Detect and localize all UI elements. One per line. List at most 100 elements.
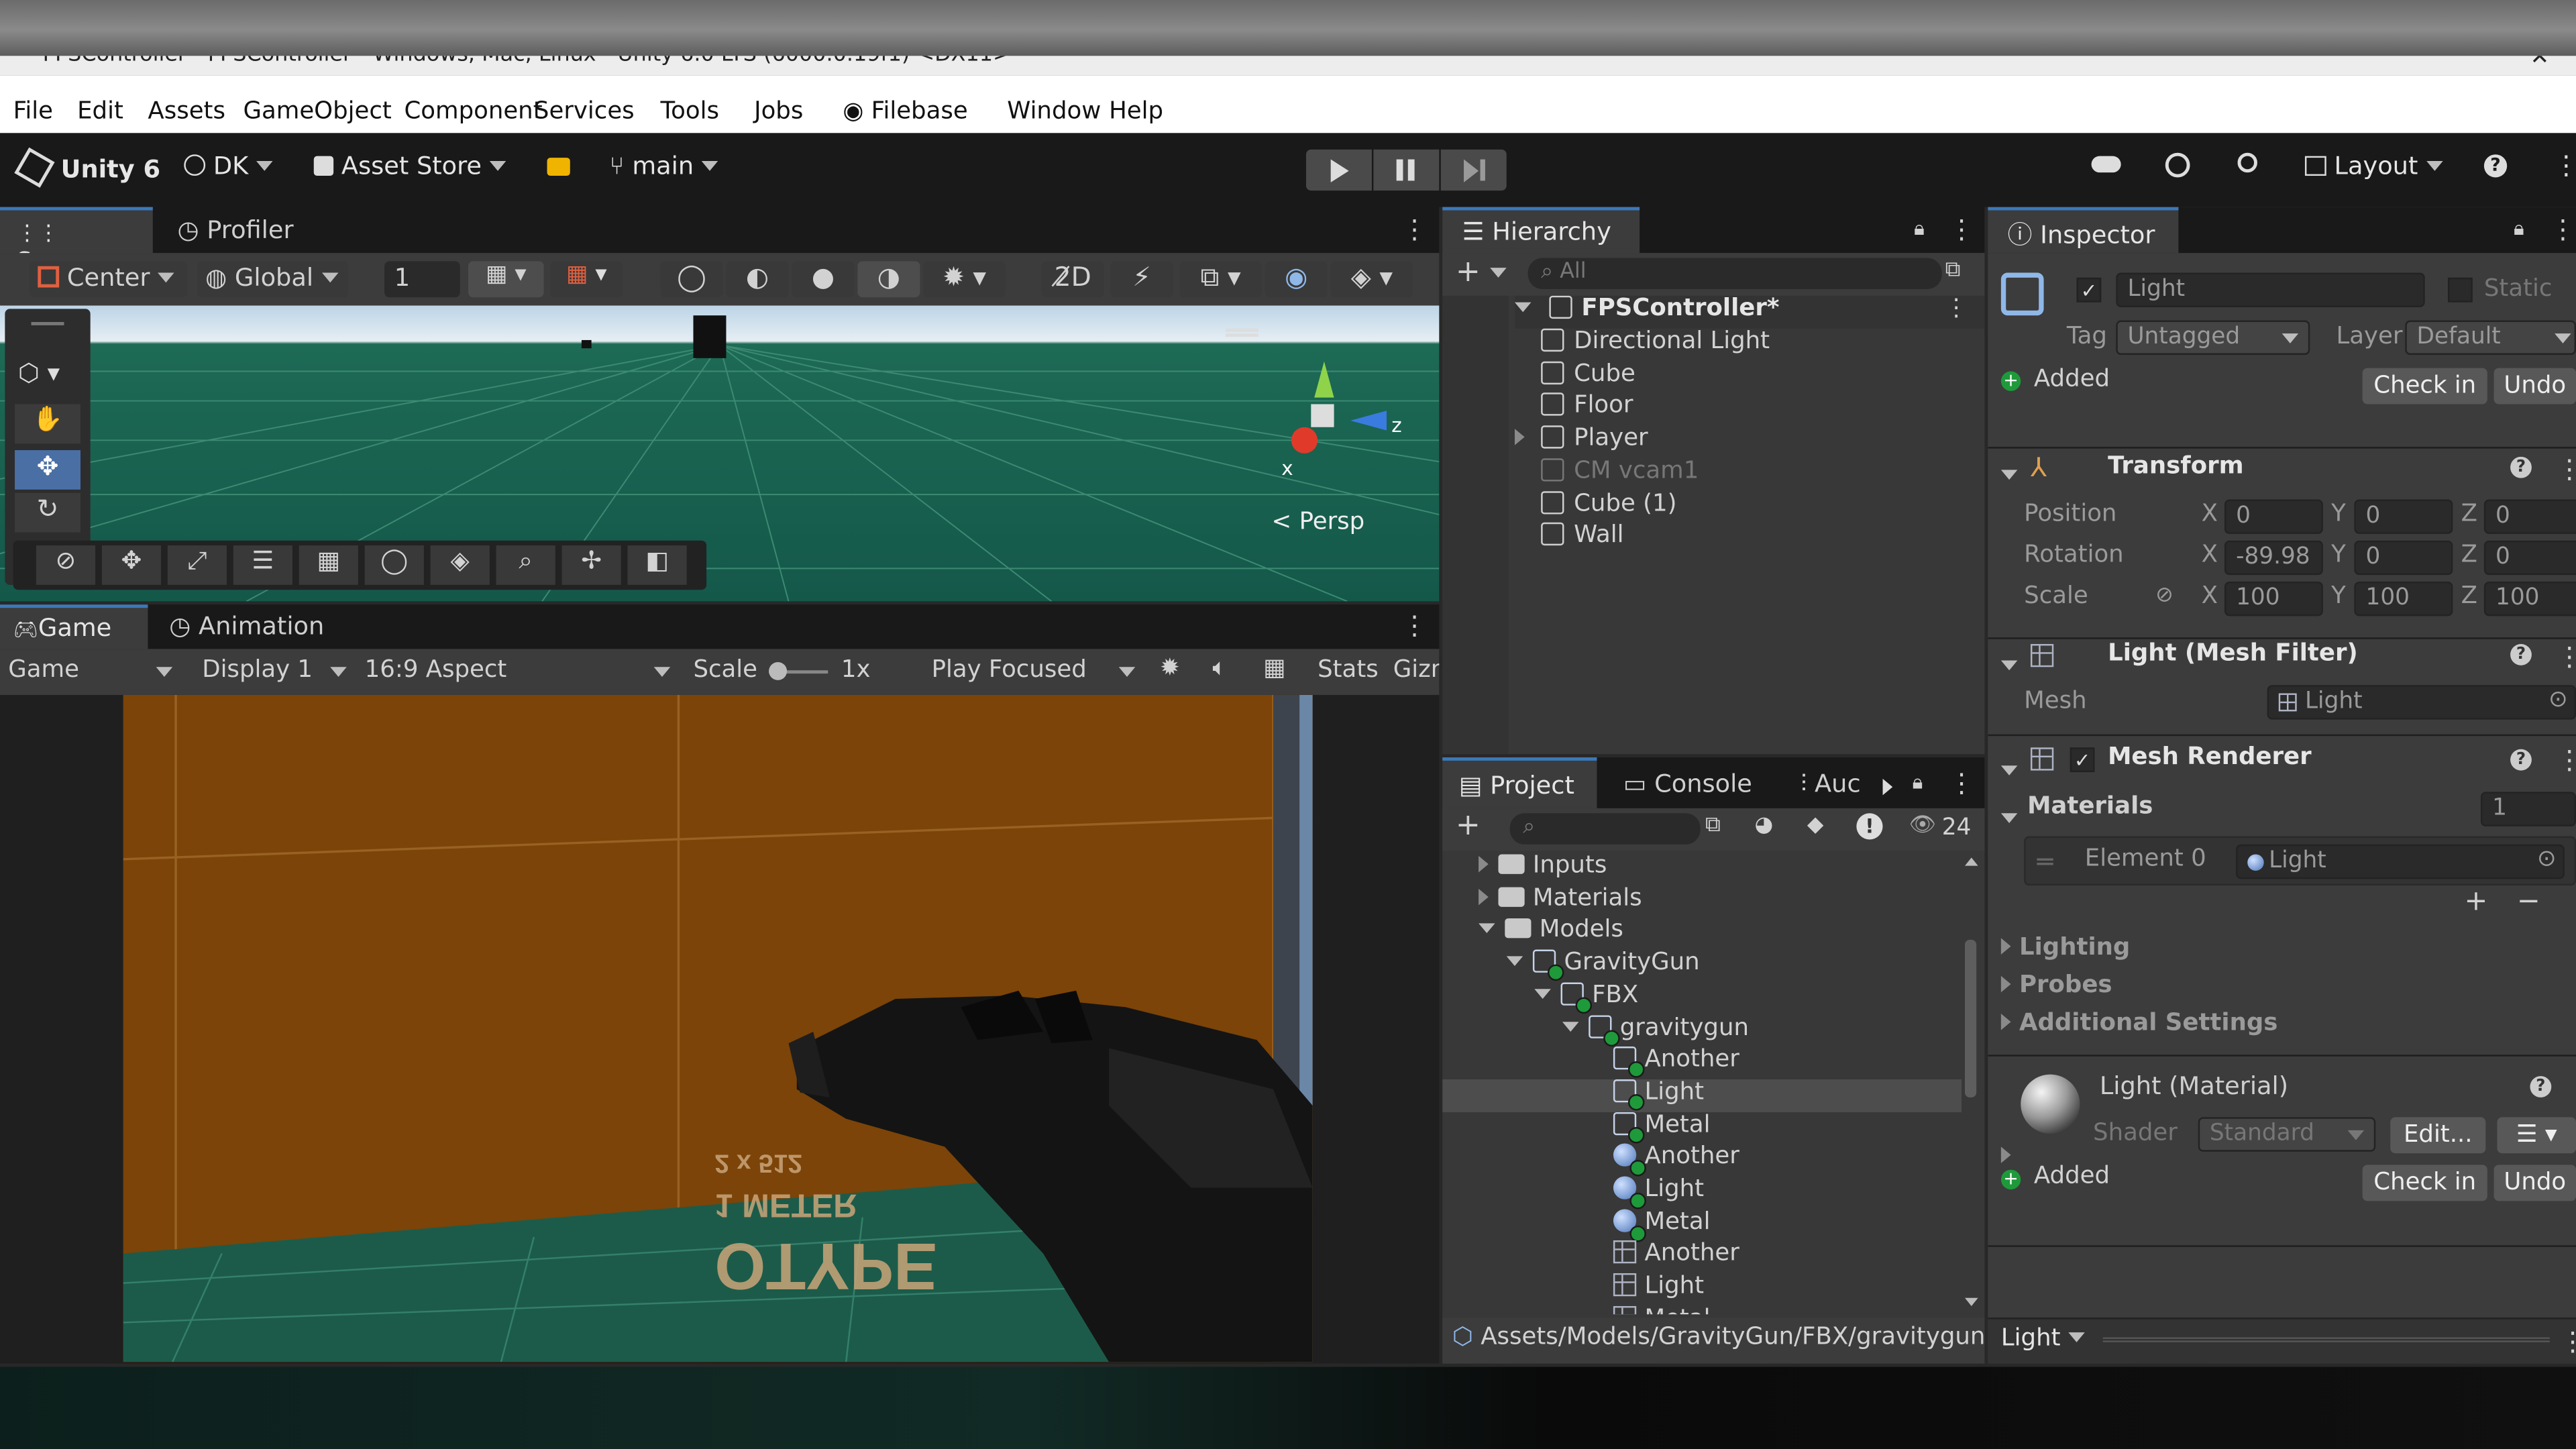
transform-title[interactable]: Transform [2108, 453, 2244, 480]
expand-arrow-icon[interactable] [1514, 302, 1532, 313]
transform-rotation-y-field[interactable]: 0 [2354, 540, 2453, 576]
transform-position-x-field[interactable]: 0 [2224, 499, 2323, 534]
gizmo-lock-icon[interactable] [1225, 328, 1258, 332]
create-button[interactable]: + [1456, 255, 1507, 289]
scroll-thumb[interactable] [1965, 939, 1977, 1097]
menu-item-services[interactable]: Services [534, 99, 635, 125]
active-checkbox[interactable]: ✓ [2076, 277, 2102, 303]
tab-hierarchy[interactable]: ☰ Hierarchy [1442, 207, 1640, 254]
material-options-button[interactable]: ☰ ▾ [2497, 1117, 2576, 1154]
orientation-gizmo[interactable]: x z [1265, 361, 1413, 493]
shader-dropdown[interactable]: Standard [2198, 1117, 2376, 1152]
hierarchy-item[interactable]: Wall [1541, 523, 1623, 549]
menu-item-file[interactable]: File [13, 99, 53, 125]
project-tree-item[interactable]: Another [1442, 1240, 1962, 1274]
inspector-lock-icon[interactable]: 🔒︎ [2514, 217, 2524, 241]
lock-icon[interactable]: 🔒︎ [1914, 217, 1925, 241]
project-tree-item[interactable]: Another [1442, 1144, 1962, 1177]
tab-scene[interactable]: ⋮⋮ Scene [0, 207, 153, 276]
view-options-icon[interactable]: ⬡ ▾ [18, 358, 60, 388]
project-tree-item[interactable]: Light [1442, 1079, 1962, 1112]
project-tree-item[interactable]: Metal [1442, 1111, 1962, 1144]
hierarchy-item[interactable]: Floor [1541, 393, 1633, 419]
rect-tool-icon[interactable]: ☰ [233, 545, 292, 585]
branch-dropdown[interactable]: ⑂ main [610, 151, 718, 180]
transform-position-y-field[interactable]: 0 [2354, 499, 2453, 534]
transform-scale-x-field[interactable]: 100 [2224, 581, 2323, 616]
game-more-icon[interactable]: ⋮ [1401, 610, 1428, 641]
help-icon[interactable]: ? [2510, 456, 2532, 478]
asset-store-dropdown[interactable]: Asset Store [313, 151, 506, 180]
tab-inspector[interactable]: ⓘ Inspector [1988, 207, 2179, 254]
component-more-icon[interactable]: ⋮ [2557, 453, 2576, 485]
tab-overflow-icon[interactable] [1882, 771, 1893, 802]
grid-snap-field[interactable]: 1 [384, 261, 460, 298]
hidden-packages-icon[interactable]: 👁︎ [1909, 813, 1936, 838]
inspector-more-icon[interactable]: ⋮ [2550, 213, 2576, 245]
static-checkbox[interactable] [2448, 277, 2473, 303]
project-search-input[interactable]: ⌕ [1509, 813, 1701, 845]
object-name-field[interactable]: Light [2116, 272, 2425, 307]
mesh-filter-title[interactable]: Light (Mesh Filter) [2108, 641, 2358, 667]
element-material-field[interactable]: Light ⊙ [2236, 844, 2565, 879]
fx-toggle-button[interactable]: ⧉ ▾ [1179, 261, 1262, 298]
tag-dropdown[interactable]: Untagged [2116, 320, 2310, 355]
hierarchy-search-input[interactable]: ⌕ All [1527, 258, 1942, 290]
tab-project[interactable]: ▤ Project [1442, 757, 1597, 808]
hierarchy-item[interactable]: Directional Light [1541, 328, 1770, 355]
meshfilter-foldout-arrow[interactable] [2000, 649, 2018, 680]
project-tree-item[interactable]: Light [1442, 1176, 1962, 1210]
account-dropdown[interactable]: DK [184, 151, 273, 187]
project-tree-item[interactable]: Inputs [1442, 853, 1962, 885]
2d-toggle-button[interactable]: 2̸D [1041, 261, 1104, 298]
project-tree-item[interactable]: Metal [1442, 1305, 1962, 1315]
more-menu-icon[interactable]: ⋮ [2553, 150, 2576, 181]
transform-scale-y-field[interactable]: 100 [2354, 581, 2453, 616]
material-title[interactable]: Light (Material) [2100, 1071, 2288, 1101]
tab-profiler[interactable]: ◷ Profiler [174, 207, 297, 254]
scroll-up-arrow[interactable] [1965, 857, 1978, 866]
move-gizmo-icon[interactable]: ✥ [101, 545, 162, 585]
project-lock-icon[interactable]: 🔒︎ [1913, 771, 1923, 796]
warning-icon[interactable]: ! [1856, 813, 1883, 840]
gizmos-button[interactable]: Gizm [1393, 657, 1440, 684]
lighting-toggle-button[interactable]: ⚡ [1110, 261, 1173, 298]
root-more-icon[interactable]: ⋮ [1944, 296, 1968, 322]
tab-game[interactable]: 🎮︎Game [0, 604, 148, 649]
add-element-button[interactable]: + [2464, 885, 2487, 918]
help-icon[interactable]: ? [2510, 644, 2532, 665]
meshrenderer-foldout-arrow[interactable] [2000, 754, 2018, 786]
scale-slider-thumb[interactable] [769, 661, 788, 680]
edit-shader-button[interactable]: Edit... [2390, 1117, 2486, 1154]
project-create-button[interactable]: + [1456, 808, 1481, 843]
project-tree-item[interactable]: gravitygun [1442, 1014, 1962, 1047]
expand-arrow-icon[interactable] [1479, 855, 1489, 873]
drag-handle-icon[interactable]: ═ [2037, 846, 2053, 877]
filter-type-icon[interactable]: ◕ [1755, 813, 1774, 838]
probe-tool-icon[interactable]: ◈ [430, 545, 490, 585]
visibility-toggle-button[interactable]: ◉ [1265, 261, 1328, 298]
project-tree-item[interactable]: Metal [1442, 1208, 1962, 1242]
constrain-proportions-icon[interactable]: ⊘ [2155, 583, 2174, 608]
component-more-icon[interactable]: ⋮ [2566, 1073, 2576, 1104]
help-icon[interactable]: ? [2483, 154, 2508, 178]
bug-icon[interactable]: ✹ [1160, 655, 1180, 682]
play-button[interactable] [1305, 149, 1372, 191]
rotate-tool-icon[interactable]: ↻ [15, 492, 81, 533]
scroll-down-arrow[interactable] [1965, 1297, 1978, 1306]
material-check-in-button[interactable]: Check in [2362, 1165, 2487, 1201]
draw-mode-unlit-button[interactable]: ◑ [857, 261, 920, 298]
menu-item-edit[interactable]: Edit [77, 99, 123, 125]
tab-console[interactable]: ▭ Console [1623, 757, 1752, 808]
custom-tool-icon[interactable]: ◯ [364, 545, 424, 585]
tab-animation[interactable]: ◷ Animation [169, 604, 324, 649]
filter-label-icon[interactable]: ◆ [1807, 813, 1823, 838]
display-dropdown[interactable]: Display 1 [202, 657, 350, 684]
project-tree-item[interactable]: GravityGun [1442, 949, 1962, 983]
layout-dropdown[interactable]: Layout [2304, 151, 2443, 180]
aspect-dropdown[interactable]: 16:9 Aspect [365, 657, 674, 684]
menu-item-filebase[interactable]: ◉ Filebase [843, 99, 967, 125]
preview-more-icon[interactable]: ⋮ [2560, 1326, 2576, 1357]
pivot-dropdown[interactable]: Center [30, 261, 188, 298]
project-tree-item[interactable]: Another [1442, 1046, 1962, 1079]
